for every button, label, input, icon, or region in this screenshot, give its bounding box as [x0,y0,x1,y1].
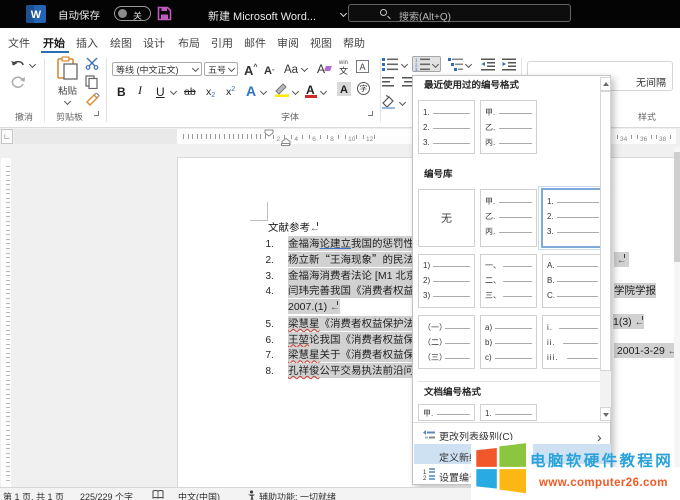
svg-text:3.: 3. [415,67,419,71]
svg-text:2: 2 [423,473,427,480]
